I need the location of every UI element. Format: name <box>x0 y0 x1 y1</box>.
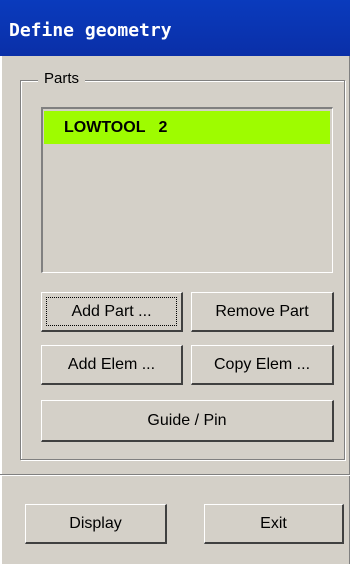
exit-button[interactable]: Exit <box>204 504 344 544</box>
copy-elem-button[interactable]: Copy Elem ... <box>191 345 334 385</box>
separator-highlight <box>0 475 350 476</box>
title-bar[interactable]: Define geometry <box>0 0 350 56</box>
add-part-button[interactable]: Add Part ... <box>41 292 183 332</box>
guide-pin-button[interactable]: Guide / Pin <box>41 400 334 442</box>
define-geometry-window: Define geometry Parts LOWTOOL 2 Add Part… <box>0 0 350 564</box>
window-left-edge <box>0 56 2 564</box>
parts-group-label: Parts <box>38 70 86 87</box>
add-elem-button[interactable]: Add Elem ... <box>41 345 183 385</box>
remove-part-button[interactable]: Remove Part <box>191 292 334 332</box>
parts-list[interactable]: LOWTOOL 2 <box>41 107 333 273</box>
display-button[interactable]: Display <box>25 504 167 544</box>
list-item-selected[interactable]: LOWTOOL 2 <box>44 111 330 144</box>
window-title: Define geometry <box>9 20 172 41</box>
